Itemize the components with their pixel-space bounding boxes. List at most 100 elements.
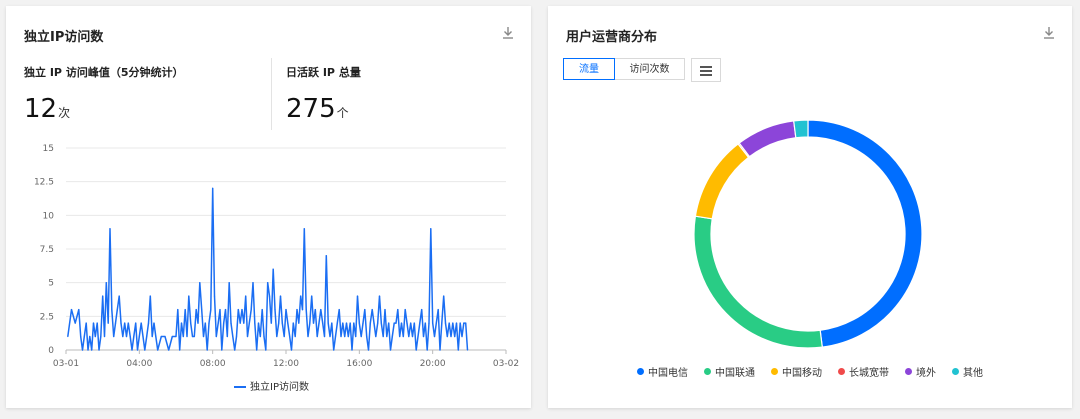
data-point: [417, 335, 419, 338]
data-point: [345, 322, 348, 324]
data-point: [224, 309, 227, 311]
data-point: [140, 322, 142, 324]
data-point: [454, 335, 456, 338]
legend-item[interactable]: 中国移动: [771, 364, 822, 379]
data-point: [362, 322, 364, 324]
data-point: [153, 322, 155, 324]
data-point: [386, 335, 388, 338]
data-point: [168, 349, 170, 351]
data-point: [377, 322, 379, 324]
data-point: [208, 322, 210, 324]
data-point: [279, 295, 282, 297]
data-point: [186, 335, 188, 338]
legend-item[interactable]: 中国联通: [704, 364, 755, 379]
data-point: [433, 335, 436, 338]
data-point: [210, 309, 212, 311]
data-point: [441, 322, 443, 324]
legend-dot: [838, 368, 845, 375]
data-point: [380, 322, 382, 324]
data-point: [400, 322, 403, 324]
legend-label: 独立IP访问数: [250, 380, 309, 393]
data-point: [67, 335, 69, 338]
data-point: [463, 322, 465, 324]
legend-item[interactable]: 长城宽带: [838, 364, 889, 379]
data-point: [448, 322, 450, 324]
y-tick-label: 7.5: [40, 245, 54, 255]
data-point: [105, 282, 107, 284]
data-point: [164, 335, 166, 338]
data-point: [129, 335, 131, 338]
data-point: [252, 282, 254, 284]
data-point: [353, 322, 355, 324]
data-point: [179, 349, 181, 351]
legend-item[interactable]: 其他: [952, 364, 983, 379]
data-point: [457, 349, 459, 351]
data-point: [303, 228, 305, 230]
isp-donut-chart: [693, 119, 923, 349]
data-point: [96, 322, 98, 324]
data-point: [318, 322, 320, 324]
data-point: [135, 322, 137, 324]
y-tick-label: 2.5: [40, 312, 54, 322]
data-point: [127, 322, 129, 324]
legend-dot: [637, 368, 644, 375]
data-point: [411, 335, 414, 338]
data-point: [155, 335, 157, 338]
data-point: [190, 322, 192, 324]
legend-label: 中国电信: [648, 368, 688, 379]
data-point: [428, 322, 430, 324]
data-point: [371, 309, 373, 311]
download-icon[interactable]: [501, 26, 515, 40]
data-point: [276, 335, 278, 338]
data-point: [408, 335, 410, 338]
data-point: [367, 349, 370, 351]
data-point: [204, 322, 206, 324]
data-point: [301, 309, 304, 311]
data-point: [157, 349, 159, 351]
legend-item[interactable]: 境外: [905, 364, 936, 379]
data-point: [116, 309, 118, 311]
data-point: [316, 335, 318, 338]
data-point: [450, 335, 452, 338]
data-point: [230, 322, 232, 324]
data-point: [263, 335, 265, 338]
data-point: [358, 322, 360, 324]
data-point: [206, 349, 208, 351]
data-point: [325, 255, 327, 257]
data-point: [415, 349, 417, 351]
data-point: [320, 309, 322, 311]
data-point: [136, 349, 139, 351]
legend-item[interactable]: 中国电信: [637, 364, 688, 379]
donut-slice[interactable]: [793, 119, 809, 139]
data-point: [212, 187, 214, 189]
data-point: [355, 335, 357, 338]
data-point: [323, 335, 326, 338]
data-point: [133, 335, 135, 338]
data-point: [426, 349, 428, 351]
panel-title: 独立IP访问数: [24, 30, 104, 45]
data-point: [274, 309, 276, 311]
donut-slice[interactable]: [807, 119, 923, 348]
data-point: [83, 335, 85, 338]
data-point: [197, 322, 199, 324]
data-point: [254, 322, 256, 324]
donut-slice[interactable]: [693, 215, 823, 349]
data-point: [265, 349, 267, 351]
data-point: [369, 322, 371, 324]
peak-value: 12: [24, 94, 58, 124]
data-point: [366, 335, 368, 338]
data-point: [243, 322, 245, 324]
data-point: [397, 309, 399, 311]
data-point: [182, 335, 184, 338]
data-point: [309, 322, 311, 324]
donut-slice[interactable]: [738, 120, 797, 158]
donut-slice[interactable]: [694, 143, 750, 220]
data-point: [399, 335, 401, 338]
data-point: [285, 309, 287, 311]
data-point: [406, 322, 408, 324]
data-point: [219, 309, 221, 311]
data-point: [226, 335, 228, 338]
x-tick-label: 16:00: [346, 359, 372, 369]
data-point: [378, 295, 381, 297]
data-point: [278, 322, 280, 324]
